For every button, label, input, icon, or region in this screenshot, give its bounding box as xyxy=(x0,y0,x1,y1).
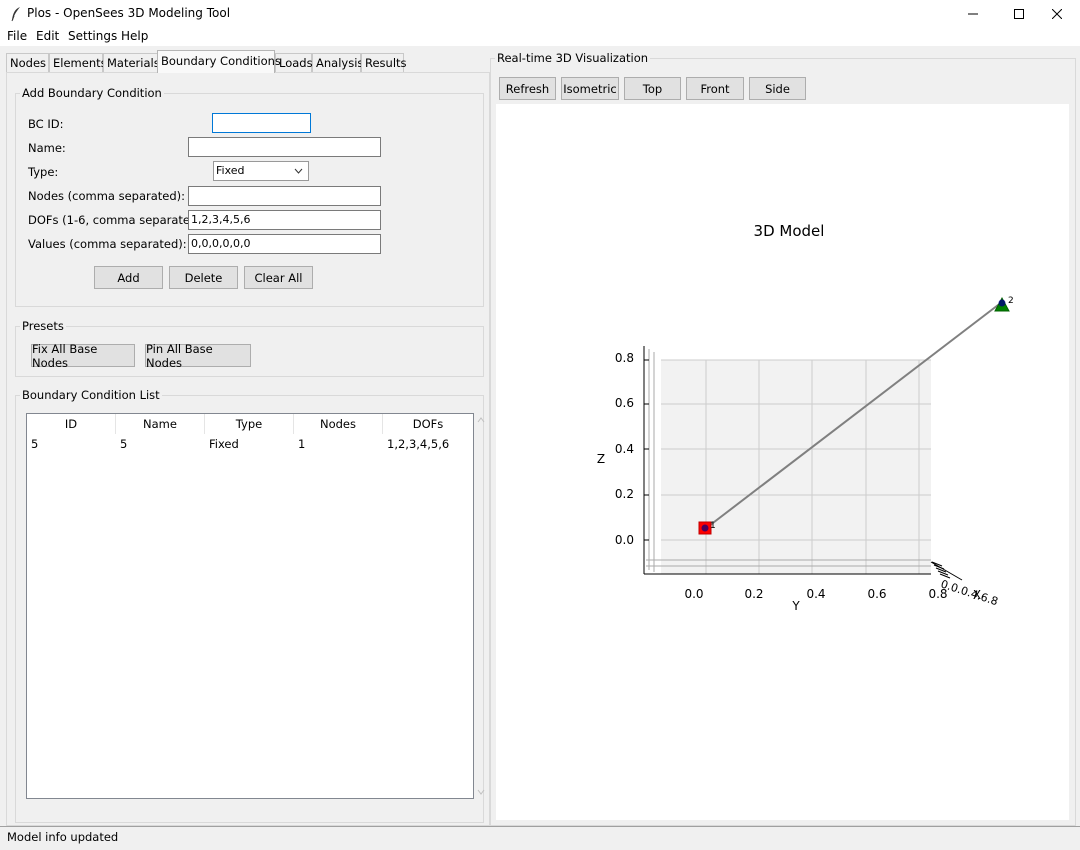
column-header-type[interactable]: Type xyxy=(205,414,294,434)
side-view-button[interactable]: Side xyxy=(749,77,806,100)
menu-edit[interactable]: Edit xyxy=(36,29,59,43)
z-tick-label: 0.2 xyxy=(615,487,634,501)
menu-file[interactable]: File xyxy=(7,29,27,43)
cell-id: 5 xyxy=(31,437,39,451)
x-tick-labels: 0.0.0.4.6.8 xyxy=(939,577,1000,608)
clear-all-button[interactable]: Clear All xyxy=(244,266,313,289)
y-tick-label: 0.0 xyxy=(684,587,703,601)
feather-icon xyxy=(11,7,20,22)
node-label: 2 xyxy=(1008,296,1014,306)
dofs-label: DOFs (1-6, comma separated): xyxy=(28,213,206,227)
y-tick-label: 0.4 xyxy=(806,587,825,601)
column-header-nodes[interactable]: Nodes xyxy=(294,414,383,434)
type-select[interactable]: Fixed xyxy=(213,161,309,181)
plot-title: 3D Model xyxy=(754,222,825,240)
visualization-canvas[interactable]: 0.8 0.6 0.4 0.2 0.0 0.0 0.2 0.4 0.6 0.8 … xyxy=(496,104,1069,820)
minimize-icon xyxy=(968,13,978,15)
back-pane xyxy=(661,360,931,574)
pin-all-base-nodes-button[interactable]: Pin All Base Nodes xyxy=(145,342,251,370)
isometric-button[interactable]: Isometric xyxy=(561,77,619,100)
window-title: Plos - OpenSees 3D Modeling Tool xyxy=(27,6,231,20)
refresh-button[interactable]: Refresh xyxy=(499,77,556,100)
presets-title: Presets xyxy=(20,319,66,333)
tab-nodes[interactable]: Nodes xyxy=(6,53,49,72)
chevron-down-icon xyxy=(294,168,303,174)
delete-button[interactable]: Delete xyxy=(169,266,238,289)
bc-list-title: Boundary Condition List xyxy=(20,388,162,402)
close-button[interactable] xyxy=(1034,0,1080,28)
y-tick-label: 0.6 xyxy=(867,587,886,601)
tab-elements[interactable]: Elements xyxy=(49,53,107,72)
bc-list-table[interactable]: ID Name Type Nodes DOFs 5 5 Fixed 1 1,2,… xyxy=(26,413,474,799)
z-tick-label: 0.4 xyxy=(615,442,634,456)
top-view-button[interactable]: Top xyxy=(624,77,681,100)
type-select-value: Fixed xyxy=(216,164,245,177)
title-bar: Plos - OpenSees 3D Modeling Tool xyxy=(0,0,1080,28)
column-header-id[interactable]: ID xyxy=(27,414,116,434)
cell-name: 5 xyxy=(120,437,128,451)
x-axis-label: X xyxy=(973,588,981,602)
z-ticks xyxy=(644,359,649,541)
tab-results[interactable]: Results xyxy=(361,53,407,72)
menu-bar: File Edit Settings Help xyxy=(0,28,1080,46)
bc-id-label: BC ID: xyxy=(28,117,64,131)
front-view-button[interactable]: Front xyxy=(686,77,744,100)
node-marker xyxy=(701,524,709,532)
z-axis-label: Z xyxy=(597,452,605,466)
cell-nodes: 1 xyxy=(298,437,306,451)
status-bar: Model info updated xyxy=(0,826,1080,850)
minimize-button[interactable] xyxy=(950,0,996,28)
y-axis-label: Y xyxy=(791,599,800,613)
cell-dofs: 1,2,3,4,5,6 xyxy=(387,437,450,451)
column-header-dofs[interactable]: DOFs xyxy=(383,414,473,434)
y-tick-label: 0.2 xyxy=(744,587,763,601)
maximize-icon xyxy=(1014,9,1024,19)
add-button[interactable]: Add xyxy=(94,266,163,289)
cell-type: Fixed xyxy=(209,437,239,451)
fix-all-base-nodes-button[interactable]: Fix All Base Nodes xyxy=(31,342,135,370)
visualization-title: Real-time 3D Visualization xyxy=(495,51,651,65)
tab-boundary-conditions[interactable]: Boundary Conditions xyxy=(157,50,281,73)
bc-id-input[interactable] xyxy=(212,113,311,133)
z-tick-label: 0.8 xyxy=(615,351,634,365)
values-input[interactable]: 0,0,0,0,0,0 xyxy=(188,234,381,254)
type-label: Type: xyxy=(28,165,59,179)
z-tick-label: 0.6 xyxy=(615,396,634,410)
node-marker xyxy=(998,299,1006,307)
values-label: Values (comma separated): xyxy=(28,237,187,251)
dofs-input[interactable]: 1,2,3,4,5,6 xyxy=(188,210,381,230)
name-label: Name: xyxy=(28,141,66,155)
name-input[interactable] xyxy=(188,137,381,157)
column-header-name[interactable]: Name xyxy=(116,414,205,434)
menu-settings[interactable]: Settings xyxy=(68,29,117,43)
status-text: Model info updated xyxy=(7,830,119,844)
3d-plot[interactable]: 0.8 0.6 0.4 0.2 0.0 0.0 0.2 0.4 0.6 0.8 … xyxy=(496,104,1069,820)
menu-help[interactable]: Help xyxy=(121,29,148,43)
node-label: 1 xyxy=(710,521,716,531)
scroll-up-icon[interactable] xyxy=(477,417,485,423)
z-tick-label: 0.0 xyxy=(615,533,634,547)
table-row[interactable]: 5 5 Fixed 1 1,2,3,4,5,6 xyxy=(27,435,473,453)
scroll-down-icon[interactable] xyxy=(477,789,485,795)
tab-analysis[interactable]: Analysis xyxy=(312,53,363,72)
tab-materials[interactable]: Materials xyxy=(103,53,160,72)
nodes-label: Nodes (comma separated): xyxy=(28,189,186,203)
add-bc-title: Add Boundary Condition xyxy=(20,86,164,100)
nodes-input[interactable] xyxy=(188,186,381,206)
close-icon xyxy=(1052,9,1062,19)
